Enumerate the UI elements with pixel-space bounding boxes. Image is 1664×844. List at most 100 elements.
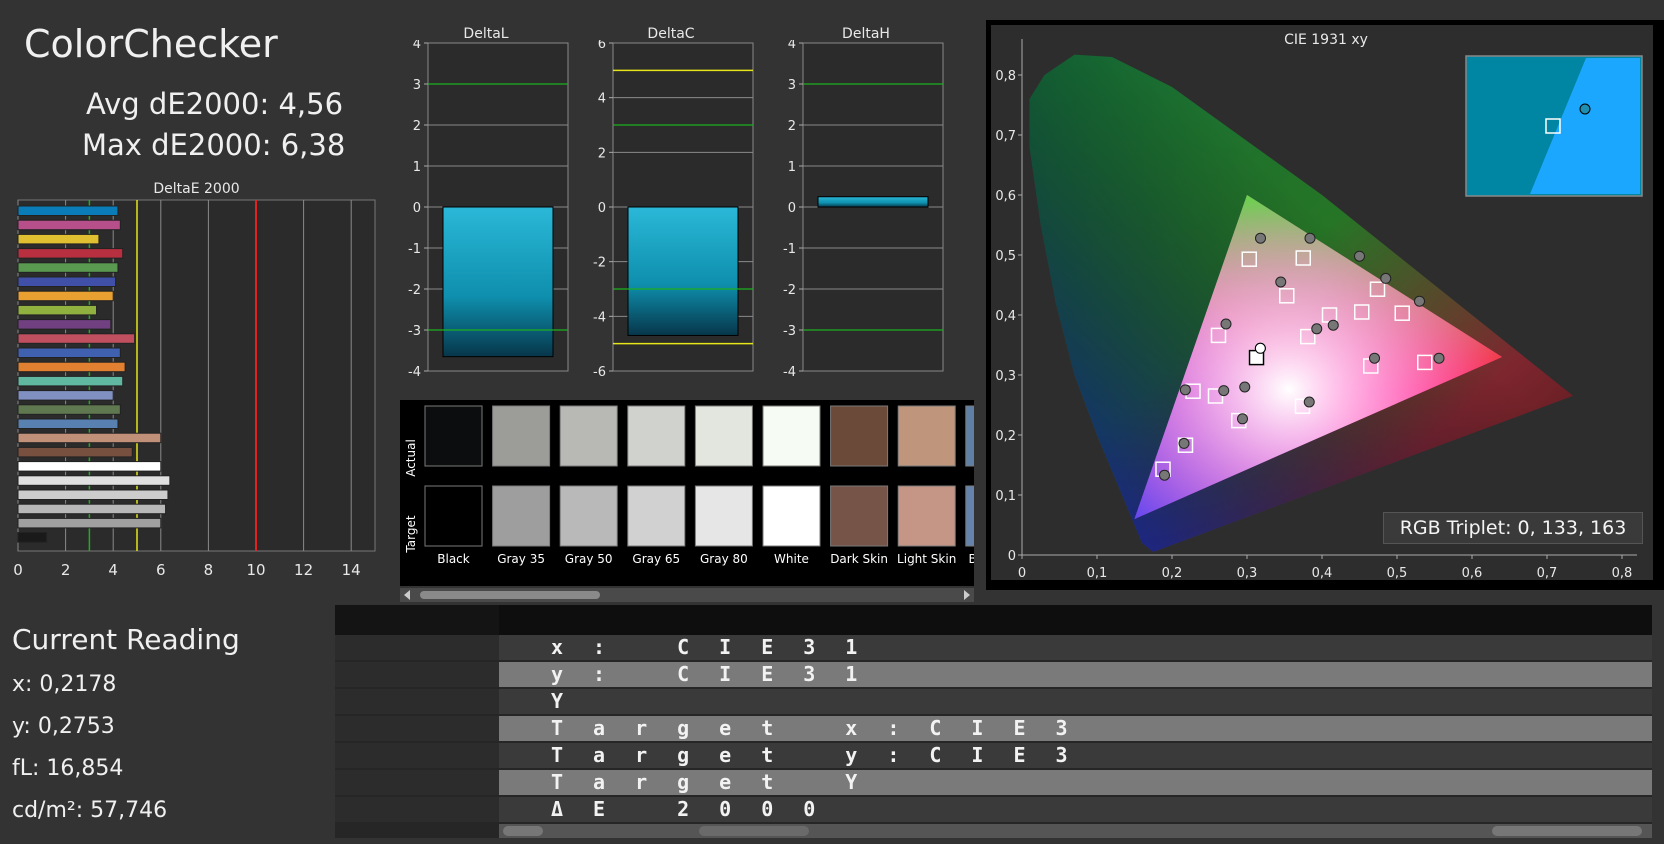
cie-y-tick-label: 0 <box>1008 549 1016 564</box>
swatch-actual <box>627 405 686 467</box>
swatch-label: White <box>774 552 809 566</box>
deltae-x-tick-label: 12 <box>294 561 313 579</box>
cie-zoom-inset <box>1465 55 1643 197</box>
deltae-x-tick-label: 0 <box>13 561 23 579</box>
grid-row[interactable]: Target Y <box>335 770 1652 795</box>
grid-row[interactable]: Target y:CIE3 <box>335 743 1652 768</box>
swatch-target <box>694 485 753 547</box>
swatch-actual <box>830 405 889 467</box>
delta-y-tick-label: 0 <box>598 201 606 216</box>
deltae-bar <box>17 248 124 259</box>
cie-y-tick-label: 0,4 <box>995 309 1016 324</box>
deltae-bar <box>17 390 114 401</box>
cie-x-tick-label: 0,6 <box>1462 566 1483 581</box>
scroll-left-icon[interactable] <box>503 826 543 836</box>
delta-y-tick-label: -1 <box>783 242 796 257</box>
deltae-bar <box>17 446 133 458</box>
swatch-actual <box>694 405 753 467</box>
swatch-actual <box>424 405 483 467</box>
grid-row[interactable]: Target x:CIE3 <box>335 716 1652 741</box>
delta-y-tick-label: -4 <box>783 365 796 380</box>
deltae-x-tick-label: 10 <box>246 561 265 579</box>
delta-bar <box>627 206 739 336</box>
deltae-bar <box>17 205 119 216</box>
swatch-target <box>492 485 551 547</box>
deltae-x-tick-label: 4 <box>108 561 118 579</box>
delta-bar <box>817 196 929 208</box>
deltae-x-tick-label: 14 <box>342 561 361 579</box>
deltae-bar <box>17 290 114 302</box>
avg-de-label: Avg dE2000: 4,56 <box>86 87 344 121</box>
scrollbar-thumb[interactable] <box>699 826 809 836</box>
delta-y-tick-label: -3 <box>783 324 796 339</box>
swatch-actual <box>965 405 974 467</box>
grid-row[interactable]: Y <box>335 689 1652 714</box>
cie-y-tick-label: 0,8 <box>995 69 1016 84</box>
deltae-x-tick-label: 2 <box>61 561 71 579</box>
delta-y-tick-label: 6 <box>598 40 606 52</box>
swatch-label: Dark Skin <box>830 552 888 566</box>
cie-actual-point <box>1239 381 1251 393</box>
delta-y-tick-label: 4 <box>788 40 796 52</box>
cie-y-tick-label: 0,2 <box>995 429 1016 444</box>
cie-x-tick-label: 0,4 <box>1312 566 1333 581</box>
reading-y: y: 0,2753 <box>12 714 115 739</box>
delta-y-tick-label: 3 <box>413 78 421 93</box>
delta-y-tick-label: 0 <box>788 201 796 216</box>
swatch-scrollbar-thumb <box>420 591 600 599</box>
cie-y-tick-label: 0,6 <box>995 189 1016 204</box>
delta-y-tick-label: 0 <box>413 201 421 216</box>
delta-y-tick-label: 1 <box>788 160 796 175</box>
delta-y-tick-label: 4 <box>413 40 421 52</box>
cie-chart-title: CIE 1931 xy <box>1284 32 1368 48</box>
reading-fl: fL: 16,854 <box>12 756 124 781</box>
deltae-x-tick-label: 8 <box>204 561 214 579</box>
delta-lch-charts: 4 3 2 1 0 -1 -2 -3 -4 6 4 2 0 -2 -4 -6 4 3 2 1 0 -1 -2 -3 -4 <box>408 40 944 380</box>
cie-1931-chart: CIE 1931 xy 0 0,1 0,2 0,3 0,4 0,5 0,6 0,7 0,8 0 0,1… <box>986 20 1664 590</box>
cie-actual-point <box>1327 319 1339 331</box>
deltae-bar <box>17 219 121 231</box>
rgb-triplet-readout: RGB Triplet: 0, 133, 163 <box>1383 512 1643 544</box>
app-title: ColorChecker <box>24 22 278 66</box>
cie-y-tick-label: 0,1 <box>995 489 1016 504</box>
cie-actual-point <box>1179 384 1191 396</box>
cie-actual-point <box>1220 318 1232 330</box>
cie-x-tick-label: 0,7 <box>1537 566 1558 581</box>
grid-row[interactable]: y: CIE31 <box>335 662 1652 687</box>
grid-row[interactable]: x: CIE31 <box>335 635 1652 660</box>
cie-y-tick-label: 0,3 <box>995 369 1016 384</box>
swatch-target <box>424 485 483 547</box>
delta-y-tick-label: 3 <box>788 78 796 93</box>
deltae-bar <box>17 461 162 472</box>
deltae-bar <box>17 532 48 543</box>
swatch-target <box>559 485 618 547</box>
cie-y-tick-label: 0,5 <box>995 249 1016 264</box>
grid-horizontal-scrollbar[interactable] <box>499 824 1652 838</box>
swatch-actual <box>762 405 821 467</box>
cie-actual-point <box>1433 352 1445 364</box>
swatch-label: Gray 80 <box>700 552 748 566</box>
grid-row[interactable]: ΔE 2000 <box>335 797 1652 822</box>
deltae-bar <box>17 233 100 245</box>
deltae-bar <box>17 375 124 387</box>
delta-y-tick-label: -2 <box>408 283 421 298</box>
swatch-label: Blue Sky <box>968 552 974 566</box>
swatch-actual <box>897 405 956 467</box>
swatch-actual <box>559 405 618 467</box>
deltae-bar <box>17 276 117 287</box>
target-row-label: Target <box>404 515 418 553</box>
delta-y-tick-label: 2 <box>413 119 421 134</box>
deltae-bar <box>17 333 136 344</box>
cie-x-tick-label: 0,2 <box>1162 566 1183 581</box>
delta-y-tick-label: 2 <box>598 146 606 161</box>
deltae-bar <box>17 361 126 373</box>
delta-y-tick-label: -2 <box>593 256 606 271</box>
deltae-chart: 0 2 4 6 8 10 12 14 <box>13 199 376 579</box>
scroll-right-icon[interactable] <box>1492 826 1642 836</box>
swatch-target <box>627 485 686 547</box>
deltae-bar <box>17 475 171 486</box>
cie-actual-point <box>1311 323 1323 335</box>
cie-actual-point <box>1237 413 1248 425</box>
cie-actual-point <box>1414 295 1425 307</box>
cie-x-tick-label: 0 <box>1018 566 1026 581</box>
